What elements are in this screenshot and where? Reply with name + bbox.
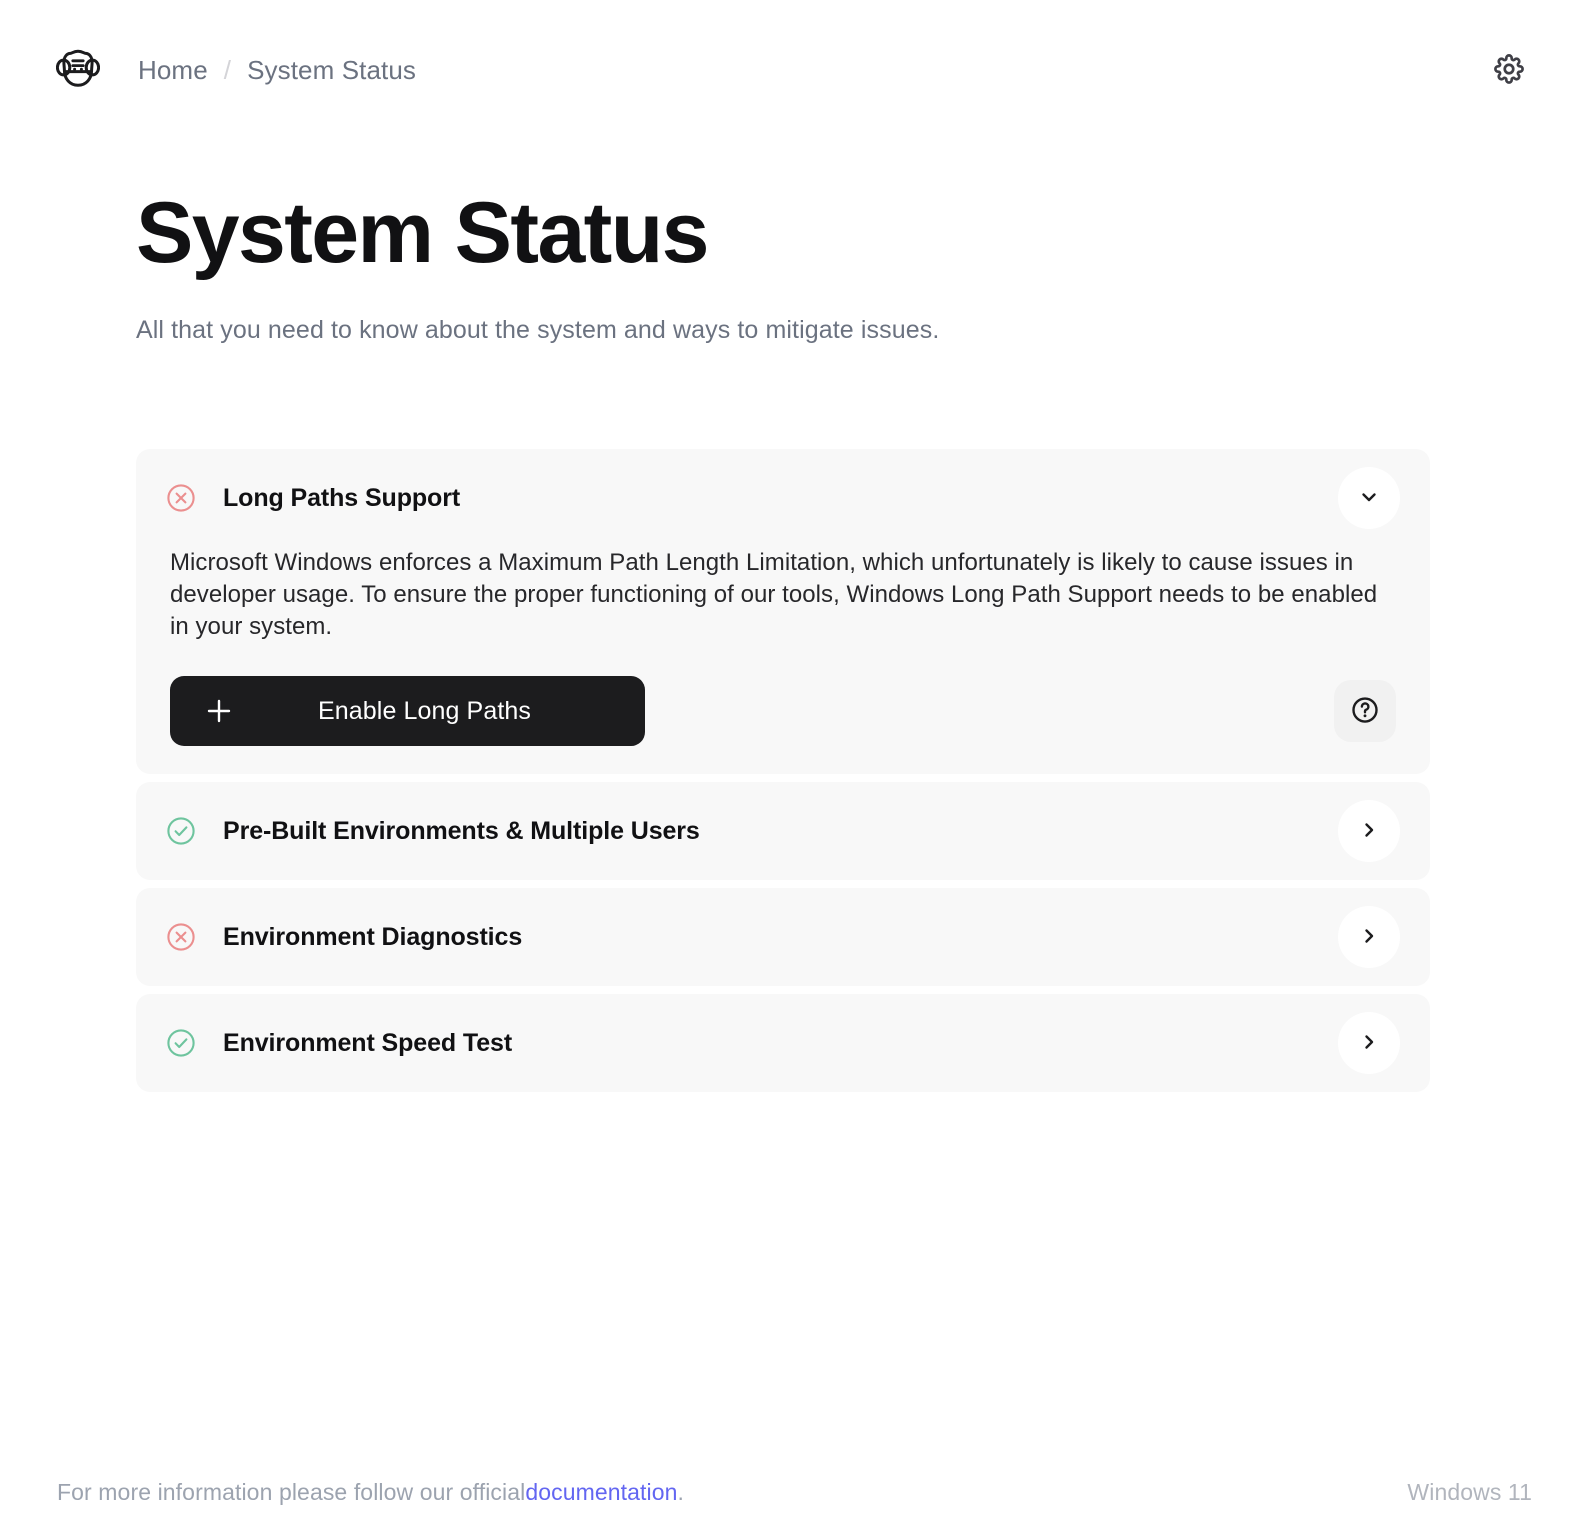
card-body-long-paths-support: Microsoft Windows enforces a Maximum Pat… [166, 547, 1400, 774]
status-card-list: Long Paths Support Microsoft Windows enf… [136, 449, 1430, 1093]
page-title: System Status [136, 185, 709, 281]
card-description: Microsoft Windows enforces a Maximum Pat… [170, 549, 1378, 641]
footer: For more information please follow our o… [0, 1479, 1580, 1506]
page-header: System Status All that you need to know … [0, 140, 1580, 345]
enable-long-paths-button[interactable]: Enable Long Paths [170, 676, 645, 747]
status-card-environment-speed-test: Environment Speed Test [136, 994, 1430, 1093]
chevron-right-icon [1357, 818, 1381, 845]
card-title: Environment Diagnostics [223, 922, 523, 951]
settings-button[interactable] [1486, 47, 1532, 93]
card-title: Environment Speed Test [223, 1028, 513, 1057]
card-header-environment-diagnostics[interactable]: Environment Diagnostics [166, 888, 1400, 986]
circle-x-icon [166, 922, 196, 952]
card-collapse-toggle[interactable] [1338, 467, 1400, 530]
breadcrumb: Home / System Status [138, 55, 416, 86]
os-label: Windows 11 [1407, 1479, 1532, 1505]
monkey-face-logo[interactable] [55, 48, 101, 92]
card-header-environment-speed-test[interactable]: Environment Speed Test [166, 994, 1400, 1092]
card-title: Long Paths Support [223, 483, 461, 512]
breadcrumb-item-home[interactable]: Home [138, 55, 208, 86]
circle-check-icon [166, 1028, 196, 1058]
card-header-long-paths-support[interactable]: Long Paths Support [166, 449, 1400, 547]
question-circle-icon [1350, 695, 1380, 728]
card-title: Pre-Built Environments & Multiple Users [223, 816, 700, 845]
footer-text-after: . [677, 1479, 685, 1505]
breadcrumb-separator: / [223, 54, 232, 85]
status-card-environment-diagnostics: Environment Diagnostics [136, 888, 1430, 987]
enable-long-paths-label: Enable Long Paths [318, 696, 531, 725]
status-card-long-paths-support: Long Paths Support Microsoft Windows enf… [136, 449, 1430, 775]
plus-icon [204, 696, 234, 726]
breadcrumb-item-current: System Status [247, 54, 417, 85]
circle-check-icon [166, 816, 196, 846]
chevron-right-icon [1357, 1030, 1381, 1057]
card-actions: Enable Long Paths [170, 676, 1396, 774]
documentation-link[interactable]: documentation [525, 1479, 677, 1506]
help-button[interactable] [1334, 680, 1396, 743]
chevron-right-icon [1357, 924, 1381, 951]
card-header-pre-built-environments[interactable]: Pre-Built Environments & Multiple Users [166, 782, 1400, 880]
card-expand-toggle[interactable] [1338, 1012, 1400, 1075]
footer-text-before: For more information please follow our o… [57, 1479, 526, 1505]
gear-icon [1492, 52, 1526, 89]
circle-x-icon [166, 483, 196, 513]
status-card-pre-built-environments: Pre-Built Environments & Multiple Users [136, 782, 1430, 881]
card-expand-toggle[interactable] [1338, 906, 1400, 969]
top-bar: Home / System Status [0, 0, 1580, 140]
page-subtitle: All that you need to know about the syst… [136, 316, 940, 345]
card-expand-toggle[interactable] [1338, 800, 1400, 863]
chevron-down-icon [1357, 485, 1381, 512]
